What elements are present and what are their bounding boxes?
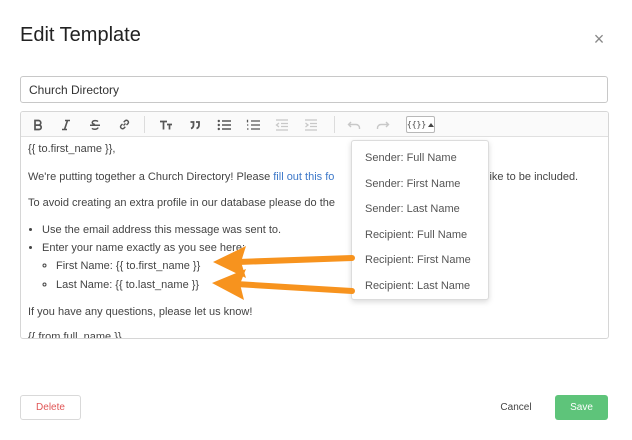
caret-up-icon [428, 122, 435, 127]
dropdown-item-sender-first-name[interactable]: Sender: First Name [352, 174, 488, 194]
form-link[interactable]: fill out this fo [273, 171, 334, 183]
delete-button[interactable]: Delete [20, 395, 81, 420]
link-icon[interactable] [114, 115, 134, 134]
sublist-item-first-name: First Name: {{ to.first_name }} [56, 259, 603, 273]
variables-icon: {{}} [406, 120, 427, 129]
variables-dropdown-menu: Sender: Full Name Sender: First Name Sen… [351, 140, 489, 300]
bold-icon[interactable] [28, 115, 48, 134]
instruction-list: Use the email address this message was s… [28, 223, 603, 292]
editor-toolbar: {{}} [21, 112, 608, 137]
close-icon[interactable]: × [590, 30, 608, 48]
instruction-paragraph: To avoid creating an extra profile in ou… [28, 197, 335, 209]
italic-icon[interactable] [56, 115, 76, 134]
strikethrough-icon[interactable] [85, 115, 105, 134]
signature-line: {{ from.full_name }} [28, 331, 122, 339]
list-item-text: Enter your name exactly as you see here: [42, 242, 245, 254]
paragraph-text: We're putting together a Church Director… [28, 171, 274, 183]
editor-content[interactable]: {{ to.first_name }}, We're putting toget… [28, 142, 603, 339]
indent-icon[interactable] [301, 115, 321, 134]
quote-icon[interactable] [185, 115, 205, 134]
name-sublist: First Name: {{ to.first_name }} Last Nam… [42, 259, 603, 292]
numbered-list-icon[interactable] [243, 115, 263, 134]
dropdown-item-sender-full-name[interactable]: Sender: Full Name [352, 148, 488, 168]
variables-dropdown-button[interactable]: {{}} [406, 116, 435, 133]
dropdown-item-recipient-last-name[interactable]: Recipient: Last Name [352, 276, 488, 296]
paragraph-text-end: like to be included. [487, 171, 579, 183]
undo-icon[interactable] [344, 115, 364, 134]
dropdown-item-sender-last-name[interactable]: Sender: Last Name [352, 199, 488, 219]
toolbar-separator [334, 116, 335, 133]
dropdown-item-recipient-full-name[interactable]: Recipient: Full Name [352, 225, 488, 245]
toolbar-separator [144, 116, 145, 133]
body-paragraph: We're putting together a Church Director… [28, 170, 603, 184]
template-name-input[interactable] [20, 76, 608, 103]
redo-icon[interactable] [373, 115, 393, 134]
closing-line: If you have any questions, please let us… [28, 306, 253, 318]
cancel-button[interactable]: Cancel [490, 395, 542, 420]
list-item: Use the email address this message was s… [42, 223, 603, 237]
template-editor: {{}} {{ to.first_name }}, We're putting … [20, 111, 609, 339]
modal-title: Edit Template [20, 24, 141, 46]
greeting-line: {{ to.first_name }}, [28, 143, 116, 155]
heading-icon[interactable] [156, 115, 176, 134]
save-button[interactable]: Save [555, 395, 608, 420]
outdent-icon[interactable] [272, 115, 292, 134]
bullet-list-icon[interactable] [214, 115, 234, 134]
sublist-item-last-name: Last Name: {{ to.last_name }} [56, 278, 603, 292]
list-item: Enter your name exactly as you see here:… [42, 241, 603, 292]
dropdown-item-recipient-first-name[interactable]: Recipient: First Name [352, 250, 488, 270]
